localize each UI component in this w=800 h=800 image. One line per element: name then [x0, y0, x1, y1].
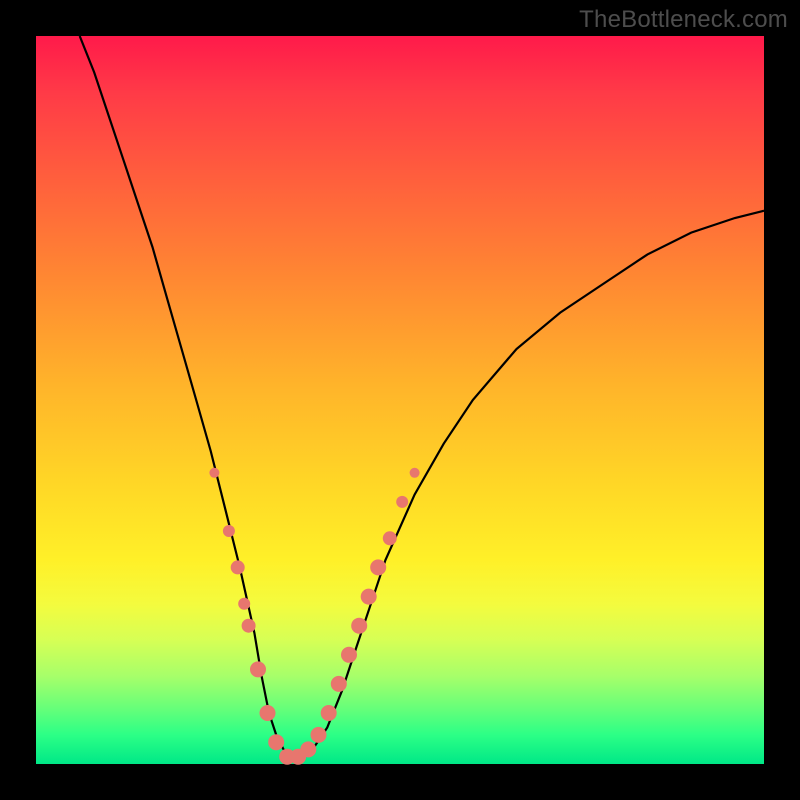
- marker-dot: [383, 531, 397, 545]
- curve-layer: [36, 36, 764, 764]
- marker-dot: [238, 598, 250, 610]
- marker-dot: [370, 559, 386, 575]
- marker-dot: [209, 468, 219, 478]
- marker-dot: [223, 525, 235, 537]
- bottleneck-curve-path: [80, 36, 764, 757]
- marker-dot: [242, 619, 256, 633]
- marker-dot: [268, 734, 284, 750]
- marker-dot: [410, 468, 420, 478]
- marker-dot: [361, 589, 377, 605]
- marker-dot: [260, 705, 276, 721]
- marker-dot: [331, 676, 347, 692]
- marker-dot: [300, 741, 316, 757]
- bottleneck-curve: [80, 36, 764, 757]
- chart-frame: TheBottleneck.com: [0, 0, 800, 800]
- plot-area: [36, 36, 764, 764]
- marker-dot: [250, 661, 266, 677]
- marker-dot: [396, 496, 408, 508]
- marker-dot: [321, 705, 337, 721]
- marker-dot: [311, 727, 327, 743]
- highlighted-points: [209, 468, 419, 765]
- watermark-text: TheBottleneck.com: [579, 6, 788, 34]
- marker-dot: [341, 647, 357, 663]
- marker-dot: [231, 560, 245, 574]
- marker-dot: [351, 618, 367, 634]
